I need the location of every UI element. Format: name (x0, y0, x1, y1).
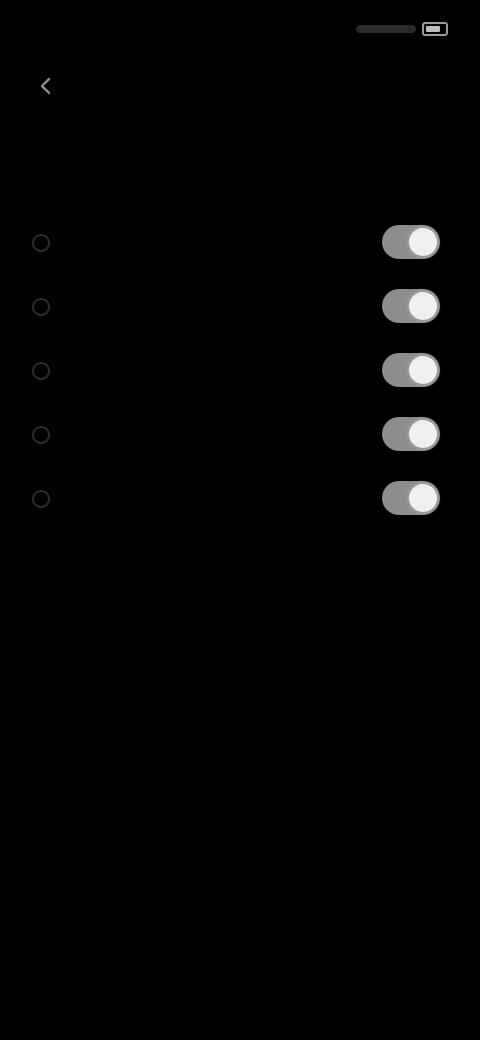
settings-toggle[interactable] (382, 417, 440, 451)
page-title (34, 130, 434, 164)
settings-toggle[interactable] (382, 481, 440, 515)
setting-icon (28, 486, 54, 512)
status-bar (0, 0, 480, 60)
status-indicators (356, 18, 448, 40)
toggle-knob (409, 420, 437, 448)
setting-icon (28, 294, 54, 320)
settings-row-label (78, 358, 348, 384)
settings-row[interactable] (0, 338, 480, 402)
settings-screen (0, 0, 480, 1040)
settings-row-label (78, 294, 348, 320)
signal-icon (356, 25, 416, 33)
setting-icon (28, 422, 54, 448)
setting-icon (28, 230, 54, 256)
settings-row-label (78, 422, 348, 448)
status-time (36, 18, 116, 40)
settings-row[interactable] (0, 274, 480, 338)
settings-row-label (78, 230, 348, 256)
settings-row[interactable] (0, 402, 480, 466)
settings-toggle[interactable] (382, 225, 440, 259)
toggle-knob (409, 484, 437, 512)
settings-toggle[interactable] (382, 353, 440, 387)
settings-list (0, 210, 480, 530)
arrow-left-icon (40, 77, 51, 95)
toggle-knob (409, 292, 437, 320)
settings-row[interactable] (0, 210, 480, 274)
settings-row[interactable] (0, 466, 480, 530)
back-button[interactable] (28, 68, 64, 104)
toggle-knob (409, 356, 437, 384)
toggle-knob (409, 228, 437, 256)
settings-toggle[interactable] (382, 289, 440, 323)
settings-row-label (78, 486, 348, 512)
setting-icon (28, 358, 54, 384)
battery-icon (422, 22, 448, 36)
